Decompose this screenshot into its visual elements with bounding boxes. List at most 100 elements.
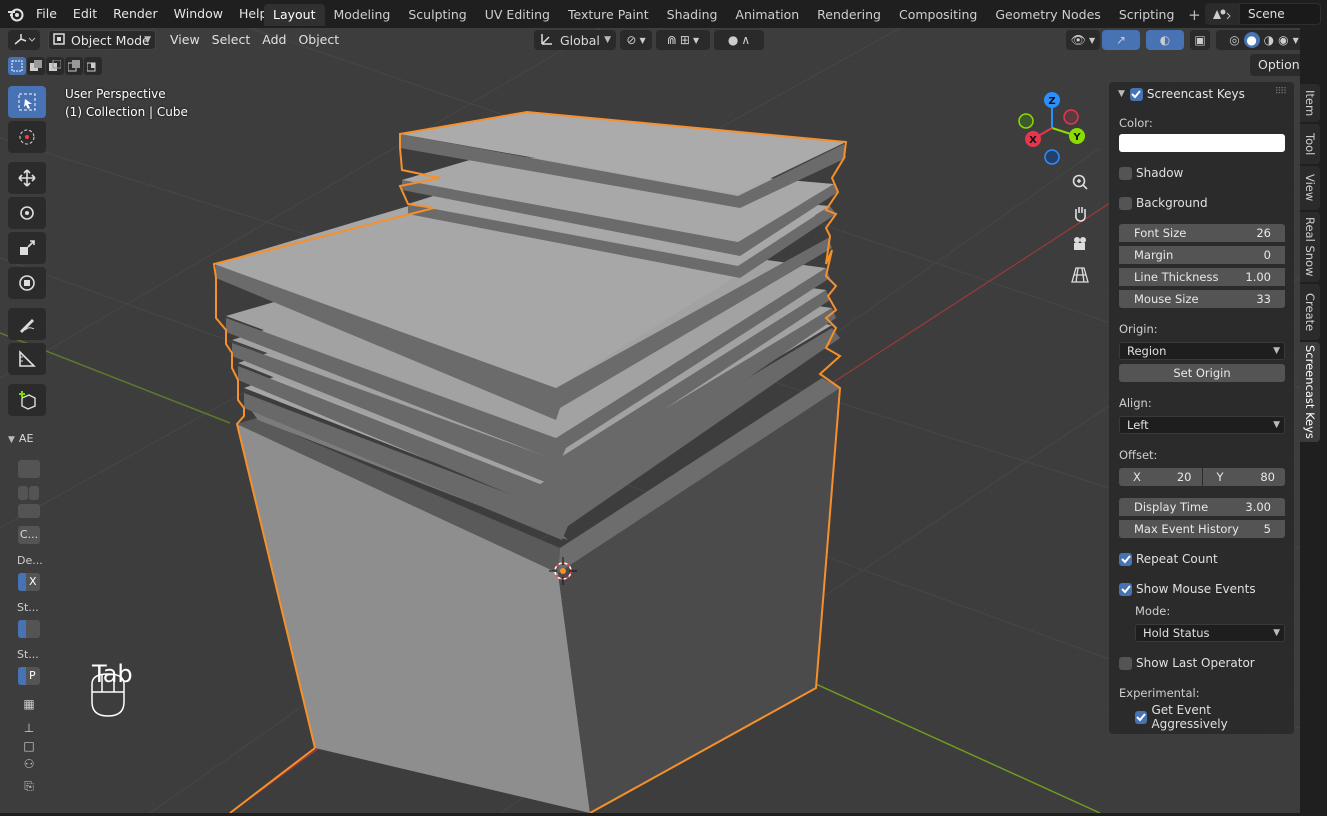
panel-button[interactable] [18, 504, 40, 518]
tab-sculpting[interactable]: Sculpting [399, 4, 475, 26]
scene-name-field[interactable]: Scene [1239, 3, 1321, 25]
tab-create[interactable]: Create [1300, 284, 1320, 340]
transform-orientation-dropdown[interactable]: Global ▼ [534, 30, 616, 50]
mouse-size-field[interactable]: Mouse Size 33 [1119, 290, 1285, 308]
tab-item[interactable]: Item [1300, 84, 1320, 122]
panel-header[interactable]: ▼ Screencast Keys [1118, 85, 1245, 103]
3d-viewport[interactable]: Object Mode ▼ View Select Add Object Glo… [0, 28, 1300, 813]
tab-layout[interactable]: Layout [264, 4, 325, 26]
mode-dropdown[interactable]: Object Mode ▼ [48, 30, 156, 50]
background-checkbox[interactable] [1119, 196, 1132, 210]
get-event-aggressively-option[interactable]: Get Event Aggressively [1135, 703, 1285, 731]
show-mouse-events-checkbox[interactable] [1119, 582, 1132, 596]
menu-object[interactable]: Object [292, 30, 345, 50]
menu-view[interactable]: View [164, 30, 206, 50]
camera-view-icon[interactable] [1066, 230, 1094, 258]
pan-hand-icon[interactable] [1066, 199, 1094, 227]
select-box-new-icon[interactable] [8, 57, 26, 75]
drag-handle-icon[interactable]: ⠿⠿ [1275, 87, 1287, 97]
get-event-aggressively-checkbox[interactable] [1135, 710, 1148, 724]
gizmo-neg-z-axis[interactable] [1044, 149, 1060, 165]
zoom-icon[interactable] [1066, 168, 1094, 196]
tab-view[interactable]: View [1300, 166, 1320, 210]
tab-modeling[interactable]: Modeling [325, 4, 400, 26]
background-option[interactable]: Background [1119, 194, 1285, 212]
square-icon[interactable]: □ [18, 739, 40, 757]
align-dropdown[interactable]: Left ▼ [1119, 416, 1285, 434]
show-mouse-events-option[interactable]: Show Mouse Events [1119, 580, 1285, 598]
offset-x-field[interactable]: X 20 [1119, 468, 1202, 486]
tab-shading[interactable]: Shading [658, 4, 727, 26]
panel-button[interactable]: C... [18, 526, 40, 544]
show-last-operator-checkbox[interactable] [1119, 656, 1132, 670]
addon-panel-header[interactable]: ▼ AE [8, 430, 46, 448]
tab-texture-paint[interactable]: Texture Paint [559, 4, 658, 26]
tab-rendering[interactable]: Rendering [808, 4, 890, 26]
select-box-tool-icon[interactable] [8, 86, 46, 118]
blender-logo-icon[interactable] [4, 3, 28, 25]
tab-uv-editing[interactable]: UV Editing [476, 4, 559, 26]
tab-compositing[interactable]: Compositing [890, 4, 986, 26]
display-time-field[interactable]: Display Time 3.00 [1119, 498, 1285, 516]
perspective-toggle-icon[interactable] [1066, 261, 1094, 289]
menu-edit[interactable]: Edit [65, 3, 105, 25]
select-intersect-icon[interactable] [84, 57, 102, 75]
shadow-checkbox[interactable] [1119, 166, 1132, 180]
annotate-tool-icon[interactable] [8, 308, 46, 340]
measure-tool-icon[interactable] [8, 343, 46, 375]
panel-checkbox[interactable]: P [18, 667, 40, 685]
proportional-editing[interactable]: ● ∧ [714, 30, 764, 50]
shading-modes[interactable]: ◎ ● ◑ ◉ ▼ [1216, 30, 1300, 50]
rotate-tool-icon[interactable] [8, 197, 46, 229]
transform-tool-icon[interactable] [8, 267, 46, 299]
offset-y-field[interactable]: Y 80 [1202, 468, 1285, 486]
select-invert-icon[interactable] [65, 57, 83, 75]
tab-screencast-keys[interactable]: Screencast Keys [1300, 342, 1320, 442]
material-shading-icon[interactable]: ◑ [1264, 33, 1274, 47]
select-extend-icon[interactable] [27, 57, 45, 75]
repeat-count-option[interactable]: Repeat Count [1119, 550, 1285, 568]
scene-icon[interactable] [1205, 3, 1239, 25]
font-size-field[interactable]: Font Size 26 [1119, 224, 1285, 242]
paste-icon[interactable]: ⎘ [18, 779, 40, 797]
select-subtract-icon[interactable] [46, 57, 64, 75]
shadow-option[interactable]: Shadow [1119, 164, 1285, 182]
origin-dropdown[interactable]: Region ▼ [1119, 342, 1285, 360]
add-workspace-button[interactable]: + [1183, 4, 1205, 26]
move-tool-icon[interactable] [8, 162, 46, 194]
options-dropdown[interactable]: Options ▼ [1250, 54, 1300, 76]
wireframe-shading-icon[interactable]: ◎ [1229, 33, 1239, 47]
tab-scripting[interactable]: Scripting [1110, 4, 1184, 26]
axis-icon[interactable]: ⊥ [18, 721, 40, 739]
margin-field[interactable]: Margin 0 [1119, 246, 1285, 264]
mouse-mode-dropdown[interactable]: Hold Status ▼ [1135, 624, 1285, 642]
menu-add[interactable]: Add [256, 30, 292, 50]
menu-render[interactable]: Render [105, 3, 166, 25]
line-thickness-field[interactable]: Line Thickness 1.00 [1119, 268, 1285, 286]
rendered-shading-icon[interactable]: ◉ [1278, 33, 1288, 47]
editor-type-button[interactable] [8, 30, 40, 50]
panel-checkbox[interactable]: X [18, 573, 40, 591]
max-event-history-field[interactable]: Max Event History 5 [1119, 520, 1285, 538]
camera-rig-icon[interactable]: ⚇ [18, 757, 40, 775]
xray-toggle[interactable]: ▣ [1190, 30, 1210, 50]
menu-window[interactable]: Window [166, 3, 231, 25]
color-swatch[interactable] [1119, 134, 1285, 152]
show-last-operator-option[interactable]: Show Last Operator [1119, 654, 1285, 672]
gizmo-toggle[interactable]: ↗ [1102, 30, 1140, 50]
grid-icon[interactable]: ▦ [18, 697, 40, 715]
enable-checkbox[interactable] [1129, 87, 1143, 101]
add-cube-tool-icon[interactable] [8, 384, 46, 416]
visibility-dropdown[interactable]: 👁 ▼ [1066, 30, 1100, 50]
pivot-point-dropdown[interactable]: ⊘ ▼ [620, 30, 652, 50]
set-origin-button[interactable]: Set Origin [1119, 364, 1285, 382]
cursor-tool-icon[interactable] [8, 121, 46, 153]
menu-file[interactable]: File [28, 3, 65, 25]
menu-select[interactable]: Select [206, 30, 257, 50]
gizmo-neg-y-axis[interactable] [1018, 113, 1034, 129]
scale-tool-icon[interactable] [8, 232, 46, 264]
solid-shading-icon[interactable]: ● [1243, 32, 1260, 48]
panel-checkbox[interactable] [18, 620, 40, 638]
scene-selector[interactable]: Scene [1205, 3, 1321, 25]
panel-button[interactable] [18, 486, 28, 500]
